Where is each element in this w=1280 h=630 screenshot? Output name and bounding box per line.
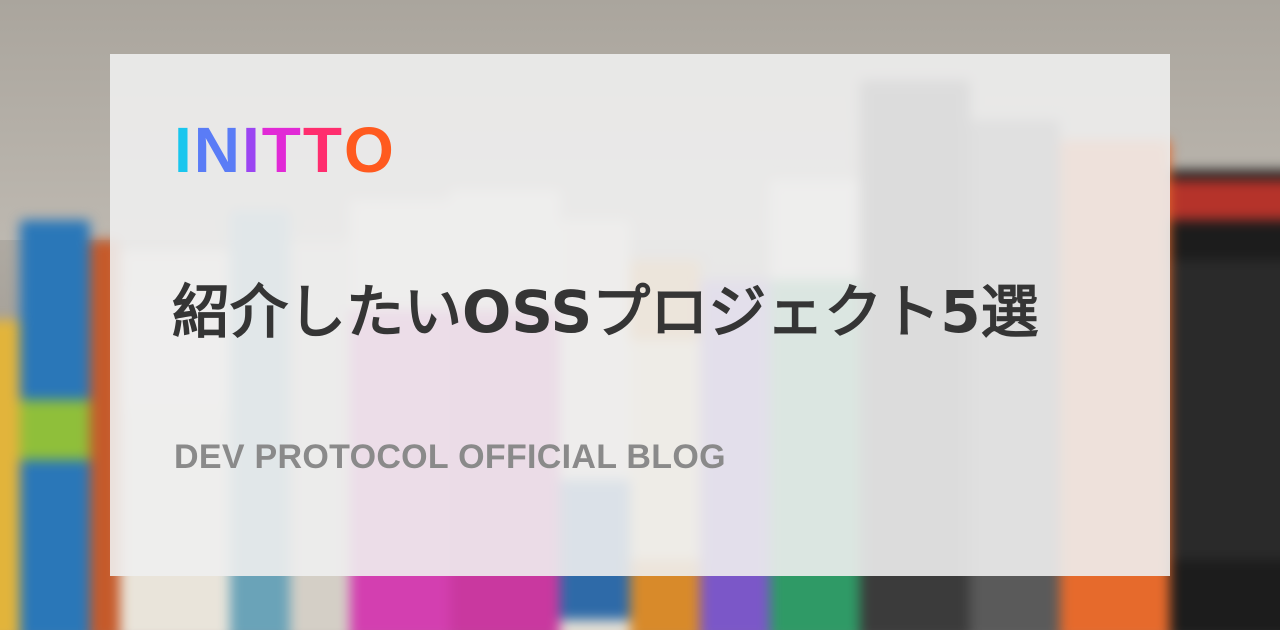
blog-subtitle: DEV PROTOCOL OFFICIAL BLOG [174,438,726,476]
brand-letter: N [193,114,242,186]
brand-letter: O [343,114,396,186]
brand-letter: T [261,114,303,186]
brand-letter: T [302,114,344,186]
page-title: 紹介したいOSSプロジェクト5選 [172,278,1039,346]
book-spine [0,320,20,630]
brand-letter: I [174,114,194,186]
brand-logo: INITTO [174,118,396,188]
book-spine [1170,170,1280,630]
brand-letter: I [242,114,262,186]
title-card: INITTO 紹介したいOSSプロジェクト5選 DEV PROTOCOL OFF… [110,54,1170,576]
book-spine [20,220,90,630]
